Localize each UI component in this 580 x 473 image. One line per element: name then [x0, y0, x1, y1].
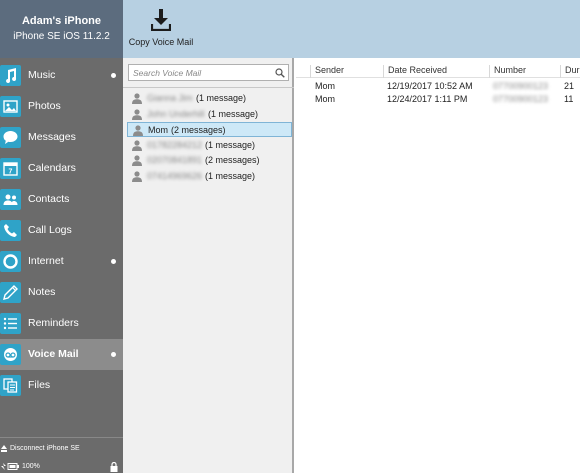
- sidebar-item-files[interactable]: Files: [0, 370, 123, 401]
- battery-icon: [1, 463, 19, 470]
- eject-icon: [1, 445, 7, 452]
- sidebar: Adam's iPhone iPhone SE iOS 11.2.2 Music…: [0, 0, 123, 473]
- svg-text:7: 7: [9, 169, 13, 176]
- copy-voicemail-label: Copy Voice Mail: [128, 37, 194, 47]
- sidebar-item-label: Notes: [28, 286, 56, 298]
- contact-name: Gianna Jim: [147, 93, 193, 103]
- photos-icon: [0, 96, 21, 117]
- divider: [123, 87, 294, 88]
- files-icon: [0, 375, 21, 396]
- sidebar-item-photos[interactable]: Photos: [0, 91, 123, 122]
- sidebar-item-contacts[interactable]: Contacts: [0, 184, 123, 215]
- calendar-icon: 7: [0, 158, 21, 179]
- column-header-number[interactable]: Number: [489, 65, 526, 78]
- message-count: (1 message): [208, 108, 259, 119]
- duration-cell: 11: [564, 94, 574, 104]
- device-name: Adam's iPhone: [21, 15, 102, 27]
- battery-percent: 100%: [22, 463, 40, 470]
- contact-item[interactable]: 02070841891 (2 messages): [127, 153, 292, 168]
- table-header: Sender Date Received Number Dur: [296, 62, 580, 78]
- contact-name: 07414969626: [147, 170, 203, 181]
- column-header-sender[interactable]: Sender: [310, 65, 344, 78]
- sidebar-item-calendars[interactable]: 7 Calendars: [0, 153, 123, 184]
- contacts-pane: Gianna Jim(1 message)John Underhill(1 me…: [123, 58, 294, 473]
- sender-cell: Mom: [315, 94, 335, 104]
- message-count: (2 messages): [205, 155, 260, 165]
- person-icon: [132, 155, 142, 166]
- column-header-date[interactable]: Date Received: [383, 65, 447, 78]
- status-dot: [111, 259, 116, 264]
- contact-item[interactable]: John Underhill (1 message): [127, 107, 292, 122]
- voicemail-icon: [0, 344, 21, 365]
- person-icon: [132, 93, 142, 104]
- sidebar-item-label: Photos: [28, 100, 61, 112]
- internet-icon: [0, 251, 21, 272]
- status-bar: 100%: [0, 460, 123, 473]
- disconnect-button[interactable]: Disconnect iPhone SE: [0, 437, 123, 459]
- sender-cell: Mom: [315, 81, 335, 91]
- device-info: iPhone SE iOS 11.2.2: [13, 31, 110, 42]
- message-count: (1 message): [205, 139, 256, 150]
- voicemail-table: Sender Date Received Number Dur Mom 12/19…: [296, 58, 580, 473]
- lock-icon: [110, 462, 118, 472]
- number-cell: 07700900123: [493, 94, 549, 104]
- person-icon: [132, 108, 142, 120]
- sidebar-item-label: Voice Mail: [28, 348, 79, 360]
- number-cell: 07700900123: [493, 81, 549, 91]
- sidebar-item-label: Contacts: [28, 193, 70, 205]
- person-icon: [132, 139, 142, 151]
- messages-icon: [0, 127, 21, 148]
- contact-item[interactable]: Gianna Jim (1 message): [127, 91, 292, 106]
- search-input[interactable]: [129, 65, 269, 80]
- copy-voicemail-button[interactable]: Copy Voice Mail: [127, 6, 195, 52]
- sidebar-item-label: Music: [28, 69, 56, 81]
- duration-cell: 21: [564, 81, 575, 91]
- device-header: Adam's iPhone iPhone SE iOS 11.2.2: [0, 0, 123, 58]
- list-icon: [0, 313, 21, 334]
- search-icon[interactable]: [275, 68, 285, 78]
- sidebar-item-notes[interactable]: Notes: [0, 277, 123, 308]
- contact-item[interactable]: Mom (2 messages): [127, 122, 292, 137]
- table-row[interactable]: Mom 12/24/2017 1:11 PM 07700900123 11: [296, 93, 580, 106]
- sidebar-item-music[interactable]: Music: [0, 60, 123, 91]
- contact-name: John Underhill: [147, 108, 205, 119]
- date-cell: 12/24/2017 1:11 PM: [387, 94, 468, 104]
- table-row[interactable]: Mom 12/19/2017 10:52 AM 07700900123 21: [296, 80, 580, 93]
- contact-item[interactable]: 07414969626 (1 message): [127, 169, 292, 184]
- date-cell: 12/19/2017 10:52 AM: [387, 81, 473, 91]
- sidebar-item-call-logs[interactable]: Call Logs: [0, 215, 123, 246]
- contact-item[interactable]: 01782284212 (1 message): [127, 138, 292, 153]
- sidebar-item-label: Messages: [28, 131, 76, 143]
- sidebar-item-label: Files: [28, 379, 51, 391]
- sidebar-item-internet[interactable]: Internet: [0, 246, 123, 277]
- phone-icon: [0, 220, 21, 241]
- disconnect-label: Disconnect iPhone SE: [10, 445, 80, 452]
- sidebar-item-messages[interactable]: Messages: [0, 122, 123, 153]
- status-dot: [111, 352, 116, 357]
- contact-name: Mom: [148, 125, 168, 135]
- pencil-icon: [0, 282, 21, 303]
- search-box: [128, 64, 289, 81]
- toolbar: Copy Voice Mail: [123, 0, 580, 58]
- message-count: (1 message): [205, 170, 256, 181]
- message-count: (2 messages): [171, 125, 226, 135]
- column-header-duration[interactable]: Dur: [560, 65, 580, 78]
- sidebar-item-voice-mail[interactable]: Voice Mail: [0, 339, 123, 370]
- sidebar-item-label: Reminders: [28, 317, 79, 329]
- music-icon: [0, 65, 21, 86]
- message-count: (1 message): [196, 93, 247, 103]
- contact-name: 01782284212: [147, 139, 203, 150]
- download-icon: [151, 9, 171, 31]
- person-icon: [133, 125, 143, 136]
- sidebar-item-label: Call Logs: [28, 224, 72, 236]
- sidebar-item-label: Calendars: [28, 162, 76, 174]
- contact-name: 02070841891: [147, 155, 203, 165]
- sidebar-item-reminders[interactable]: Reminders: [0, 308, 123, 339]
- sidebar-item-label: Internet: [28, 255, 64, 267]
- person-icon: [132, 170, 142, 182]
- contacts-icon: [0, 189, 21, 210]
- status-dot: [111, 73, 116, 78]
